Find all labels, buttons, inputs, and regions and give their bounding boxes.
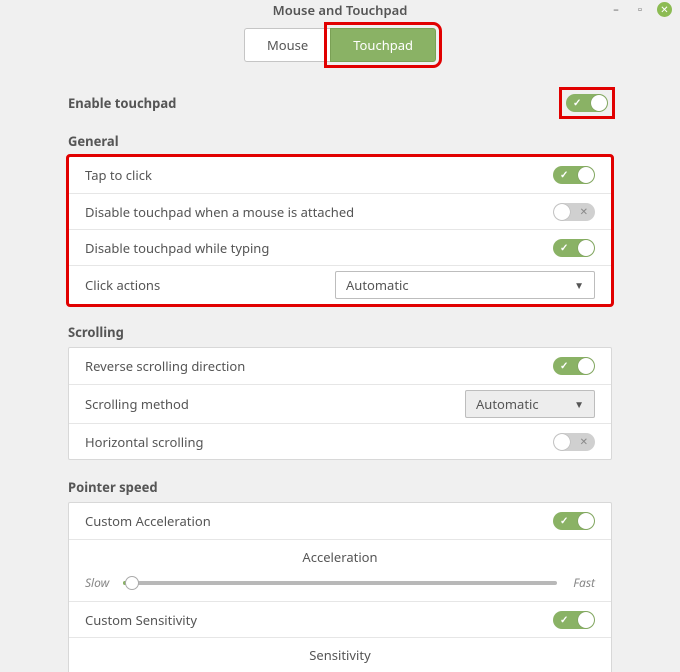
horizontal-scrolling-toggle[interactable]: ✓ ✕	[553, 433, 595, 451]
general-card: Tap to click ✓ ✕ Disable touchpad when a…	[68, 156, 612, 305]
scrolling-method-dropdown[interactable]: Automatic ▼	[465, 390, 595, 418]
custom-accel-toggle[interactable]: ✓ ✕	[553, 512, 595, 530]
disable-typing-label: Disable touchpad while typing	[85, 239, 269, 257]
reverse-scrolling-toggle[interactable]: ✓ ✕	[553, 357, 595, 375]
maximize-icon[interactable]: ▫	[633, 3, 647, 17]
close-icon[interactable]: ✕	[657, 2, 672, 17]
sens-slider-title: Sensitivity	[85, 646, 595, 664]
enable-touchpad-row: Enable touchpad ✓ ✕	[68, 84, 612, 132]
chevron-down-icon: ▼	[574, 278, 584, 292]
tab-touchpad[interactable]: Touchpad	[330, 28, 436, 62]
accel-slider[interactable]	[123, 581, 557, 585]
check-icon: ✓	[560, 240, 568, 254]
window-title: Mouse and Touchpad	[273, 1, 408, 19]
accel-min-label: Slow	[85, 574, 115, 591]
scrolling-method-value: Automatic	[476, 395, 539, 413]
custom-sens-label: Custom Sensitivity	[85, 611, 197, 629]
disable-typing-toggle[interactable]: ✓ ✕	[553, 239, 595, 257]
enable-touchpad-toggle[interactable]: ✓ ✕	[566, 94, 608, 112]
click-actions-value: Automatic	[346, 276, 409, 294]
check-icon: ✓	[560, 358, 568, 372]
custom-accel-label: Custom Acceleration	[85, 512, 211, 530]
click-actions-label: Click actions	[85, 276, 160, 294]
check-icon: ✓	[560, 612, 568, 626]
titlebar: Mouse and Touchpad – ▫ ✕	[0, 0, 680, 20]
accel-slider-title: Acceleration	[85, 548, 595, 566]
disable-mouse-label: Disable touchpad when a mouse is attache…	[85, 203, 354, 221]
tab-bar: Mouse Touchpad	[0, 20, 680, 74]
horizontal-scrolling-label: Horizontal scrolling	[85, 433, 203, 451]
chevron-down-icon: ▼	[574, 397, 584, 411]
section-header-pointer: Pointer speed	[68, 478, 612, 496]
scrolling-method-label: Scrolling method	[85, 395, 189, 413]
check-icon: ✓	[560, 167, 568, 181]
x-icon: ✕	[580, 434, 588, 448]
custom-sens-toggle[interactable]: ✓ ✕	[553, 611, 595, 629]
tab-mouse[interactable]: Mouse	[244, 28, 330, 62]
window-controls: – ▫ ✕	[609, 2, 672, 17]
slider-thumb[interactable]	[125, 576, 139, 590]
section-header-scrolling: Scrolling	[68, 323, 612, 341]
enable-touchpad-label: Enable touchpad	[68, 94, 176, 112]
reverse-scrolling-label: Reverse scrolling direction	[85, 357, 245, 375]
minimize-icon[interactable]: –	[609, 3, 623, 17]
pointer-card: Custom Acceleration ✓ ✕ Acceleration Slo…	[68, 502, 612, 672]
check-icon: ✓	[560, 513, 568, 527]
tap-to-click-label: Tap to click	[85, 166, 152, 184]
tap-to-click-toggle[interactable]: ✓ ✕	[553, 166, 595, 184]
accel-max-label: Fast	[565, 574, 595, 591]
click-actions-dropdown[interactable]: Automatic ▼	[335, 271, 595, 299]
disable-mouse-toggle[interactable]: ✓ ✕	[553, 203, 595, 221]
x-icon: ✕	[580, 204, 588, 218]
check-icon: ✓	[573, 95, 581, 109]
scrolling-card: Reverse scrolling direction ✓ ✕ Scrollin…	[68, 347, 612, 460]
section-header-general: General	[68, 132, 612, 150]
